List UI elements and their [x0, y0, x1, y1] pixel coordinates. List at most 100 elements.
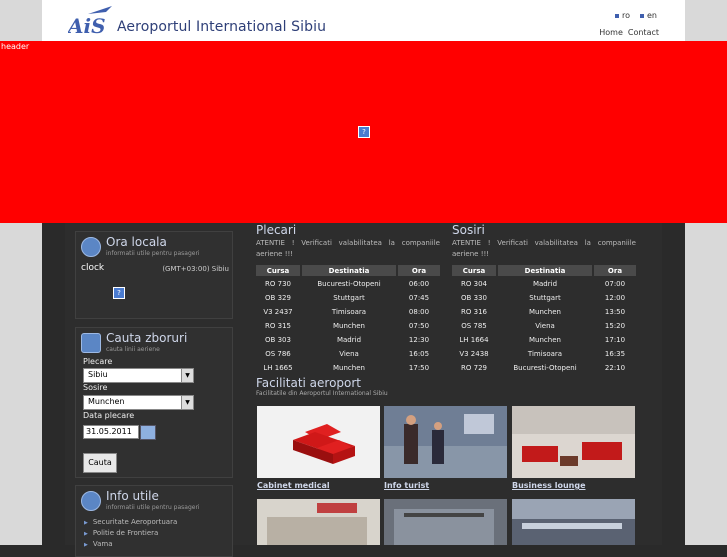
table-row: OB 329 Stuttgart 07:45 [256, 291, 440, 304]
medical-cabinet-link[interactable]: Cabinet medical [257, 481, 330, 490]
date-input[interactable]: 31.05.2011 [83, 425, 139, 439]
business-lounge-image[interactable] [512, 406, 635, 478]
lang-ro[interactable]: ro [615, 11, 630, 20]
table-cell: V3 2438 [459, 349, 489, 358]
flight-search-title: Cauta zboruri [106, 331, 188, 345]
table-cell: 22:10 [604, 363, 626, 372]
table-row: LH 1664 Munchen 17:10 [452, 333, 636, 346]
broken-image-icon: ? [113, 287, 125, 299]
table-cell: 15:20 [604, 321, 626, 330]
link-border-police[interactable]: Politie de Frontiera [84, 529, 158, 537]
arrivals-warning: ATENTIE ! Verificati valabilitatea la co… [452, 239, 636, 258]
date-label: Data plecare [83, 411, 135, 420]
tourist-info-image[interactable] [384, 406, 507, 478]
medical-cabinet-image[interactable] [257, 406, 380, 478]
table-row: LH 1665 Munchen 17:50 [256, 361, 440, 374]
bullet-icon [640, 13, 644, 18]
table-cell: 07:00 [604, 279, 626, 288]
facilities-subtitle: Facilitatile din Aeroportul Internationa… [256, 390, 388, 397]
table-cell: OB 303 [265, 335, 291, 344]
info-desk-picture [384, 406, 507, 478]
link-customs[interactable]: Vama [84, 540, 113, 548]
top-links: Home Contact [594, 28, 659, 37]
table-row: OS 786 Viena 16:05 [256, 347, 440, 360]
red-cross-icon [257, 406, 380, 478]
table-row: V3 2437 Timisoara 08:00 [256, 305, 440, 318]
clock-label: clock [81, 263, 105, 273]
table-cell: Bucuresti-Otopeni [317, 279, 381, 288]
table-cell: LH 1664 [459, 335, 489, 344]
header-label: header [1, 42, 30, 51]
airplane-icon [81, 333, 101, 353]
table-cell: Bucuresti-Otopeni [513, 363, 577, 372]
logo-icon[interactable]: AiS [68, 6, 116, 36]
table-row: RO 304 Madrid 07:00 [452, 277, 636, 290]
table-row: RO 730 Bucuresti-Otopeni 06:00 [256, 277, 440, 290]
clock-icon [81, 237, 101, 257]
table-row: RO 315 Munchen 07:50 [256, 319, 440, 332]
local-time-title: Ora locala [106, 235, 167, 249]
terminal-picture [384, 499, 507, 545]
table-cell: OS 785 [461, 321, 487, 330]
arrivals-title: Sosiri [452, 223, 485, 237]
table-cell: Timisoara [527, 349, 563, 358]
header-banner: header ? [0, 41, 727, 223]
arrival-select[interactable]: Munchen ▼ [83, 395, 194, 410]
timezone-label: (GMT+03:00) Sibiu [162, 265, 229, 273]
table-cell: Stuttgart [333, 293, 365, 302]
logo-text: AiS [68, 14, 106, 36]
facility-image[interactable] [257, 499, 380, 545]
table-cell: 08:00 [408, 307, 430, 316]
table-cell: RO 304 [461, 279, 487, 288]
home-link[interactable]: Home [599, 28, 623, 37]
facility-image[interactable] [512, 499, 635, 545]
table-cell: 17:10 [604, 335, 626, 344]
table-cell: Madrid [532, 279, 558, 288]
table-cell: Viena [535, 321, 555, 330]
contact-link[interactable]: Contact [628, 28, 659, 37]
table-cell: Munchen [333, 363, 365, 372]
table-cell: Timisoara [331, 307, 367, 316]
table-row: RO 316 Munchen 13:50 [452, 305, 636, 318]
search-button[interactable]: Cauta [83, 453, 117, 473]
table-cell: 13:50 [604, 307, 626, 316]
bullet-icon [615, 13, 619, 18]
table-cell: OS 786 [265, 349, 291, 358]
table-row: V3 2438 Timisoara 16:35 [452, 347, 636, 360]
useful-info-box: Info utile informatii utile pentru pasag… [75, 485, 233, 557]
arrivals-table: Cursa Destinatia Ora RO 304 Madrid 07:00 OB… [450, 264, 638, 375]
table-cell: RO 316 [461, 307, 487, 316]
tourist-info-link[interactable]: Info turist [384, 481, 429, 490]
table-cell: Madrid [336, 335, 362, 344]
table-cell: RO 730 [265, 279, 291, 288]
chevron-down-icon: ▼ [181, 396, 193, 409]
table-cell: Munchen [333, 321, 365, 330]
table-cell: Munchen [529, 307, 561, 316]
departure-select[interactable]: Sibiu ▼ [83, 368, 194, 383]
business-lounge-link[interactable]: Business lounge [512, 481, 586, 490]
broken-image-icon: ? [358, 126, 370, 138]
table-cell: 16:05 [408, 349, 430, 358]
table-cell: LH 1665 [263, 363, 293, 372]
column-header: Ora [398, 265, 440, 276]
departures-title: Plecari [256, 223, 297, 237]
useful-info-title: Info utile [106, 489, 159, 503]
building-picture [512, 499, 635, 545]
table-row: RO 729 Bucuresti-Otopeni 22:10 [452, 361, 636, 374]
departures-table: Cursa Destinatia Ora RO 730 Bucuresti-Oto… [254, 264, 442, 375]
local-time-box: Ora locala informatii utile pentru pasag… [75, 231, 233, 319]
local-time-subtitle: informatii utile pentru pasageri [106, 250, 200, 257]
column-header: Ora [594, 265, 636, 276]
table-cell: 07:50 [408, 321, 430, 330]
table-cell: 12:30 [408, 335, 430, 344]
chevron-down-icon: ▼ [181, 369, 193, 382]
facility-image[interactable] [384, 499, 507, 545]
link-security[interactable]: Securitate Aeroportuara [84, 518, 177, 526]
table-cell: 12:00 [604, 293, 626, 302]
table-cell: RO 729 [461, 363, 487, 372]
table-cell: Viena [339, 349, 359, 358]
calendar-icon[interactable] [140, 425, 156, 440]
table-row: OB 330 Stuttgart 12:00 [452, 291, 636, 304]
lang-en[interactable]: en [640, 11, 657, 20]
shop-picture [257, 499, 380, 545]
